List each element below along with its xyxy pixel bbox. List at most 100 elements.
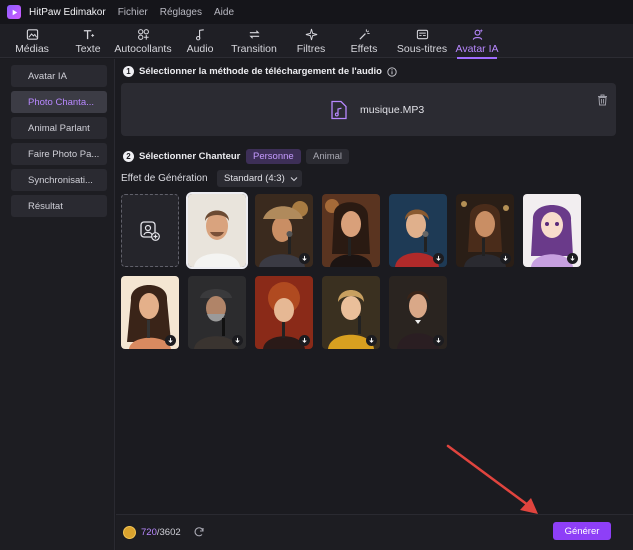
step2-title: Sélectionner Chanteur <box>139 151 241 162</box>
audio-file-name: musique.MP3 <box>360 104 425 116</box>
main-panel: 1 Sélectionner la méthode de téléchargem… <box>116 59 633 550</box>
media-icon <box>26 28 38 40</box>
tab-autocollants[interactable]: Autocollants <box>113 24 173 58</box>
download-icon <box>570 255 575 261</box>
singer-thumb-6[interactable] <box>523 194 581 267</box>
music-note-icon <box>195 28 204 40</box>
singer-thumb-9[interactable] <box>255 276 313 349</box>
info-icon[interactable] <box>387 66 397 77</box>
coin-icon <box>123 526 136 539</box>
download-badge[interactable] <box>567 253 578 264</box>
step1-heading: 1 Sélectionner la méthode de téléchargem… <box>123 66 397 77</box>
download-badge[interactable] <box>500 253 511 264</box>
singer-thumb-10[interactable] <box>322 276 380 349</box>
download-badge[interactable] <box>165 335 176 346</box>
tab-sous-titres[interactable]: Sous-titres <box>394 24 450 58</box>
bottom-bar: 720/3602 Générer <box>116 514 633 550</box>
tab-transition[interactable]: Transition <box>228 24 280 58</box>
step2-heading: 2 Sélectionner Chanteur <box>123 151 240 162</box>
tab-label: Effets <box>350 42 378 55</box>
trash-icon[interactable] <box>597 94 608 106</box>
sidebar-item-animal-parlant[interactable]: Animal Parlant <box>11 117 107 139</box>
tab-texte[interactable]: Texte <box>70 24 106 58</box>
app-name: HitPaw Edimakor <box>29 6 106 18</box>
tab-label: Sous-titres <box>396 42 448 55</box>
app-logo-icon <box>7 5 21 19</box>
singer-portrait-image <box>188 194 246 267</box>
subtitles-icon <box>416 29 428 39</box>
add-person-icon <box>140 220 160 241</box>
tab-effets[interactable]: Effets <box>347 24 381 58</box>
download-badge[interactable] <box>433 253 444 264</box>
generate-button[interactable]: Générer <box>553 522 611 540</box>
generation-effect-dropdown[interactable]: Standard (4:3) <box>217 170 302 187</box>
tab-label: Filtres <box>296 42 326 55</box>
music-file-icon <box>331 100 347 120</box>
refresh-icon[interactable] <box>193 526 205 538</box>
tab-label: Autocollants <box>114 42 172 55</box>
option-animal[interactable]: Animal <box>306 149 350 164</box>
step1-number: 1 <box>123 66 134 77</box>
download-icon <box>436 255 441 261</box>
sidebar-item-avatar-ia[interactable]: Avatar IA <box>11 65 107 87</box>
download-icon <box>369 337 374 343</box>
singer-thumb-8[interactable] <box>188 276 246 349</box>
download-badge[interactable] <box>433 335 444 346</box>
download-badge[interactable] <box>232 335 243 346</box>
left-panel: Avatar IA Photo Chanta... Animal Parlant… <box>0 59 115 550</box>
option-personne[interactable]: Personne <box>246 149 301 164</box>
tab-label: Médias <box>15 42 49 55</box>
tab-filtres[interactable]: Filtres <box>293 24 329 58</box>
sticker-icon <box>137 28 149 40</box>
download-icon <box>503 255 508 261</box>
sidebar-item-resultat[interactable]: Résultat <box>11 195 107 217</box>
download-badge[interactable] <box>299 253 310 264</box>
download-icon <box>302 255 307 261</box>
download-icon <box>302 337 307 343</box>
text-icon <box>83 29 94 39</box>
singer-thumb-7[interactable] <box>121 276 179 349</box>
filter-sparkle-icon <box>305 28 317 40</box>
download-badge[interactable] <box>366 335 377 346</box>
step2-number: 2 <box>123 151 134 162</box>
tab-avatar-ia[interactable]: Avatar IA <box>453 24 501 59</box>
step1-title: Sélectionner la méthode de téléchargemen… <box>139 66 382 77</box>
tab-label: Avatar IA <box>455 42 499 55</box>
singer-thumb-5[interactable] <box>456 194 514 267</box>
tab-audio[interactable]: Audio <box>183 24 217 58</box>
tab-label: Transition <box>231 42 277 55</box>
download-icon <box>168 337 173 343</box>
effects-icon <box>358 28 370 40</box>
credits-counter: 720/3602 <box>141 527 181 538</box>
chevron-down-icon <box>290 176 298 181</box>
sidebar-item-faire-photo-parler[interactable]: Faire Photo Pa... <box>11 143 107 165</box>
add-singer-button[interactable] <box>121 194 179 267</box>
download-badge[interactable] <box>299 335 310 346</box>
menu-reglages[interactable]: Réglages <box>160 7 202 18</box>
tab-label: Texte <box>75 42 101 55</box>
avatar-icon <box>472 28 483 40</box>
generation-effect-label: Effet de Génération <box>121 173 208 184</box>
sidebar-item-photo-chantante[interactable]: Photo Chanta... <box>11 91 107 113</box>
audio-upload-box[interactable]: musique.MP3 <box>121 83 616 136</box>
title-bar: HitPaw Edimakor Fichier Réglages Aide <box>0 0 633 24</box>
singer-thumb-3[interactable] <box>322 194 380 267</box>
tab-medias[interactable]: Médias <box>10 24 54 58</box>
download-icon <box>235 337 240 343</box>
download-icon <box>436 337 441 343</box>
main-toolbar: Médias Texte Autocollants Audio Transiti… <box>0 24 633 59</box>
transition-icon <box>248 29 260 39</box>
menu-aide[interactable]: Aide <box>214 7 234 18</box>
credits-total: /3602 <box>156 527 181 538</box>
menu-fichier[interactable]: Fichier <box>118 7 148 18</box>
sidebar-item-synchronisation[interactable]: Synchronisati... <box>11 169 107 191</box>
singer-thumb-1[interactable] <box>186 192 248 269</box>
singer-thumb-2[interactable] <box>255 194 313 267</box>
app-window: HitPaw Edimakor Fichier Réglages Aide Mé… <box>0 0 633 550</box>
singer-portrait-image <box>322 194 380 267</box>
generation-effect-value: Standard (4:3) <box>224 173 285 184</box>
singer-thumb-4[interactable] <box>389 194 447 267</box>
singer-thumb-11[interactable] <box>389 276 447 349</box>
credits-used: 720 <box>141 527 157 538</box>
tab-label: Audio <box>186 42 214 55</box>
